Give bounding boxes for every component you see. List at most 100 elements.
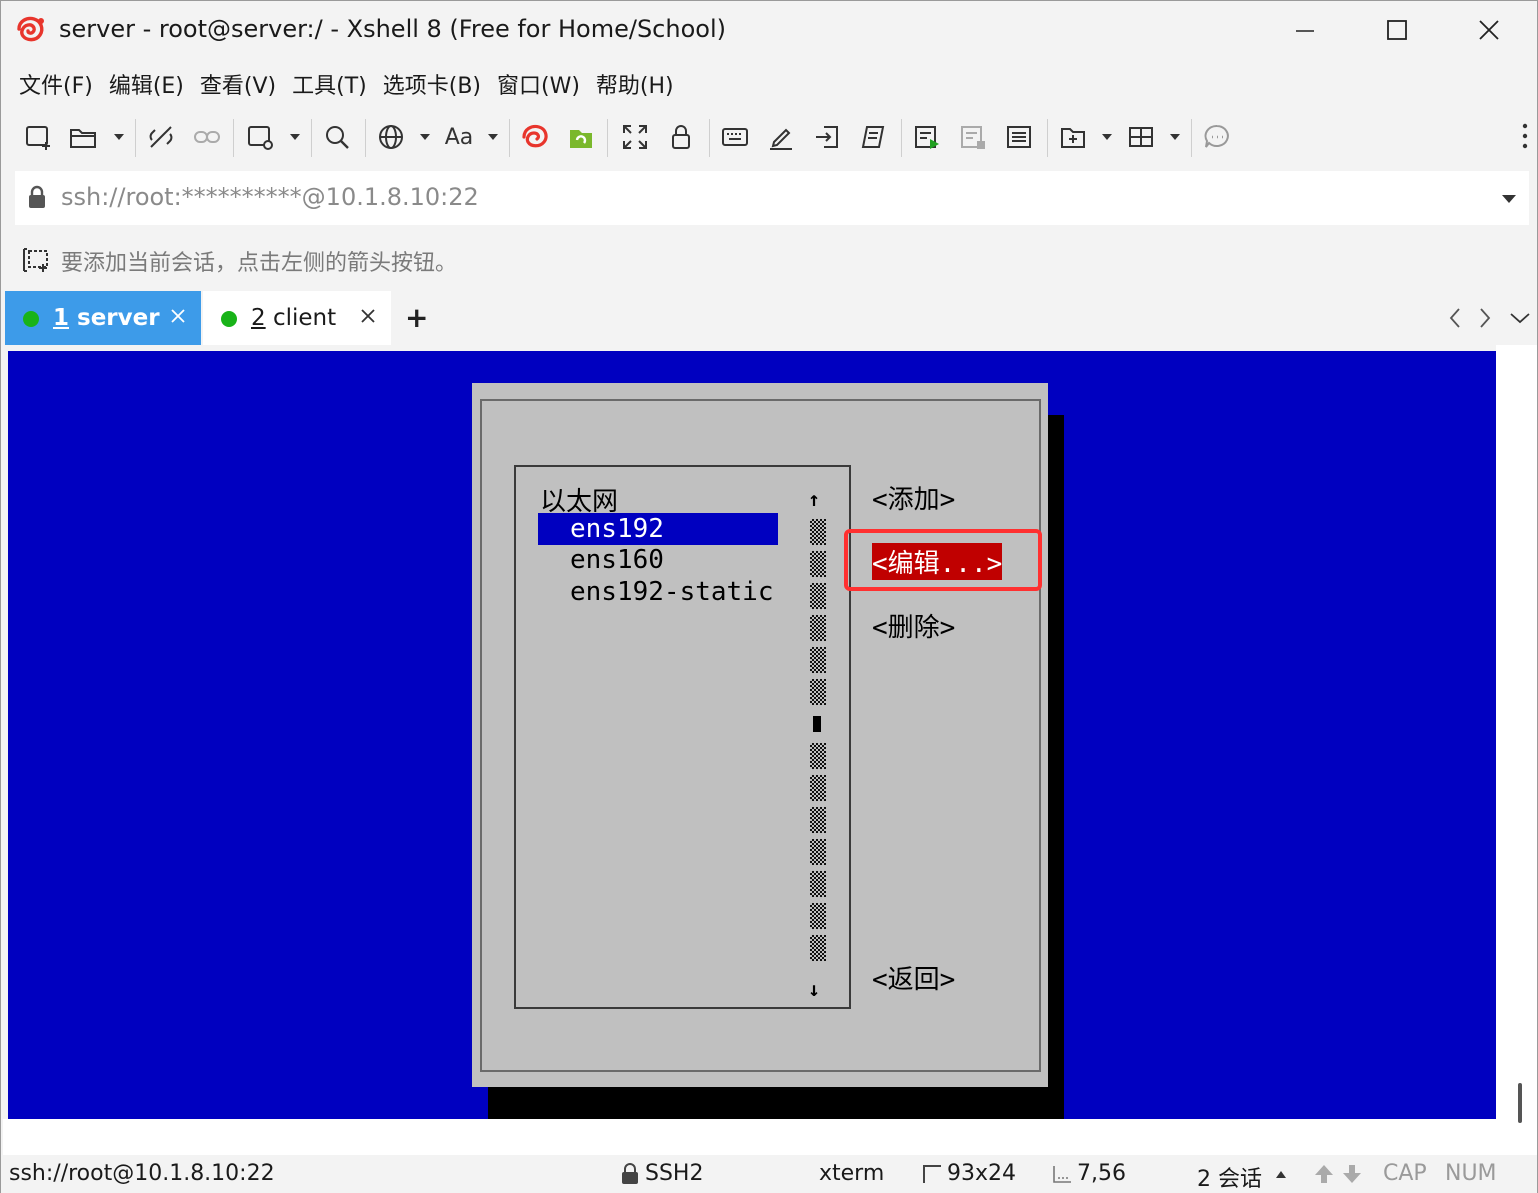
menu-file[interactable]: 文件(F) [11,63,101,103]
connection-list[interactable]: 以太网 ens192 ens160 ens192-static ↑ ↓ [514,465,851,1009]
add-button[interactable]: <添加> [872,479,955,516]
chevron-down-icon[interactable] [113,131,125,143]
chevron-down-icon[interactable] [487,131,499,143]
disconnect-button[interactable] [143,119,179,155]
session-settings-icon [248,126,273,150]
xftp-button[interactable] [563,119,599,155]
new-session-button[interactable] [21,119,57,155]
session-properties-button[interactable] [243,119,279,155]
chevron-left-icon[interactable] [1447,307,1463,329]
unlink-icon [149,126,173,148]
keyboard-button[interactable] [717,119,753,155]
add-session-arrow-icon[interactable] [21,247,51,273]
layout-button[interactable] [1123,119,1159,155]
xshell-button[interactable] [517,119,553,155]
menu-edit[interactable]: 编辑(E) [101,63,192,103]
find-button[interactable] [319,119,355,155]
lock-icon [622,1163,638,1184]
reconnect-button[interactable] [189,119,225,155]
menu-tools[interactable]: 工具(T) [284,63,375,103]
toolbar-separator [365,119,366,157]
status-protocol: SSH2 [645,1161,704,1186]
encoding-button[interactable] [373,119,409,155]
chevron-down-icon[interactable] [1101,131,1113,143]
chat-button[interactable] [1199,119,1235,155]
terminal-scrollbar-thumb[interactable] [1518,1083,1522,1123]
chevron-down-icon[interactable] [1501,193,1517,205]
scrollbar-position [813,716,821,732]
xftp-icon [570,130,592,148]
minimize-icon [1296,30,1314,32]
status-num-lock: NUM [1445,1161,1497,1186]
scrollbar-track [810,551,826,577]
arrow-down-icon[interactable] [1341,1163,1363,1185]
close-icon[interactable] [169,307,187,325]
start-log-button[interactable] [909,119,945,155]
keyboard-icon [722,128,748,146]
xshell-window: server - root@server:/ - Xshell 8 (Free … [0,0,1538,1193]
compose-button[interactable] [1001,119,1037,155]
tab-client[interactable]: 2 client [203,291,391,345]
delete-button[interactable]: <删除> [872,607,955,644]
folder-add-icon [1061,128,1085,148]
scrollbar-track [810,903,826,929]
toolbar-separator [607,119,608,157]
search-icon [326,126,349,149]
connection-item-selected[interactable]: ens192 [538,513,778,545]
back-button[interactable]: <返回> [872,959,955,996]
close-icon [1479,20,1499,40]
menu-view[interactable]: 查看(V) [192,63,284,103]
chevron-down-icon[interactable] [419,131,431,143]
dialog-frame: 以太网 ens192 ens160 ens192-static ↑ ↓ [480,399,1041,1072]
maximize-button[interactable] [1367,9,1427,51]
arrow-up-icon[interactable] [1313,1163,1335,1185]
highlight-button[interactable] [763,119,799,155]
minimize-button[interactable] [1275,9,1335,51]
status-size: 93x24 [947,1161,1017,1186]
address-input[interactable]: ssh://root:**********@10.1.8.10:22 [61,183,479,211]
pen-icon [770,128,792,150]
script-button[interactable] [855,119,891,155]
address-bar[interactable]: ssh://root:**********@10.1.8.10:22 [15,171,1529,225]
lock-button[interactable] [663,119,699,155]
open-session-button[interactable] [65,119,101,155]
globe-icon [379,125,403,149]
more-options-icon[interactable] [1521,121,1529,151]
chevron-down-icon[interactable] [289,131,301,143]
status-sessions[interactable]: 2 会话 [1197,1161,1262,1193]
stop-log-button[interactable] [955,119,991,155]
menu-tabs[interactable]: 选项卡(B) [375,63,489,103]
scroll-down-arrow[interactable]: ↓ [808,977,820,1001]
scroll-up-arrow[interactable]: ↑ [808,487,820,511]
new-tab-button[interactable]: + [405,301,428,334]
menu-window[interactable]: 窗口(W) [489,63,588,103]
new-session-icon [26,126,50,150]
close-button[interactable] [1459,9,1519,51]
scrollbar-track [810,583,826,609]
close-icon[interactable] [359,307,377,325]
new-tab-group-button[interactable] [1055,119,1091,155]
resize-icon [923,1165,941,1183]
tab-server[interactable]: 1 server [5,291,201,345]
tab-label: 1 server [53,305,160,331]
chevron-down-icon[interactable] [1509,307,1531,329]
chevron-right-icon[interactable] [1477,307,1493,329]
caret-up-icon[interactable] [1275,1169,1287,1179]
send-key-button[interactable] [809,119,845,155]
scrollbar-track [810,775,826,801]
lock-icon [29,185,45,208]
tab-bar: 1 server 2 client [1,291,1537,345]
connected-status-dot [23,311,39,327]
chevron-down-icon[interactable] [1169,131,1181,143]
scrollbar-track [810,615,826,641]
fullscreen-button[interactable] [617,119,653,155]
terminal-screen[interactable]: 以太网 ens192 ens160 ens192-static ↑ ↓ <添加>… [8,351,1496,1119]
title-bar: server - root@server:/ - Xshell 8 (Free … [1,1,1537,59]
terminal-scrollbar-track[interactable] [1496,345,1537,1155]
connection-item[interactable]: ens192-static [570,577,774,607]
font-button[interactable]: Aa [441,119,477,155]
chat-icon [1204,124,1229,148]
scrollbar-track [810,871,826,897]
connection-item[interactable]: ens160 [570,545,664,575]
menu-help[interactable]: 帮助(H) [588,63,682,103]
